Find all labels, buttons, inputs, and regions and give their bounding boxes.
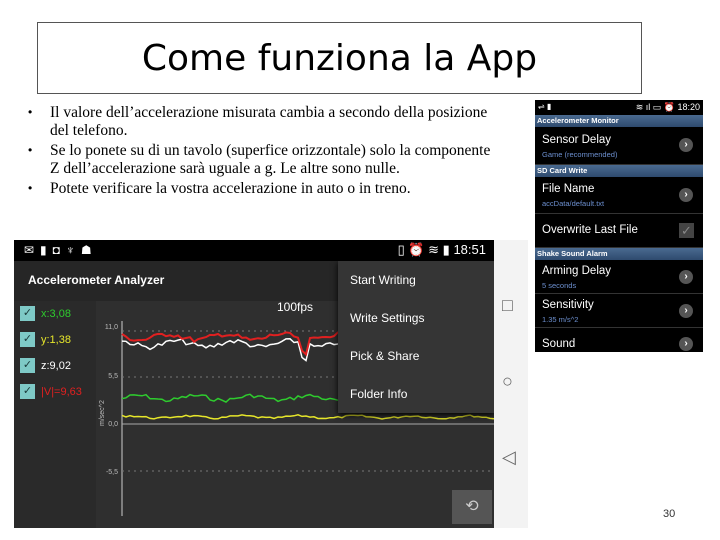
menu-write-settings[interactable]: Write Settings <box>350 311 424 325</box>
usb-icon: ⇌ ▮ <box>538 102 552 111</box>
y-tick-label: 11,0 <box>105 324 118 331</box>
accelerometer-analyzer-screenshot: ✉▮◘♆☗ ▯ ⏰ ≋ ▮ 18:51 Accelerometer Analyz… <box>14 240 528 528</box>
setting-overwrite-last-file[interactable]: Overwrite Last File ✓ <box>535 214 703 248</box>
slide-title-box: Come funziona la App <box>37 22 642 94</box>
channel-z-checkbox[interactable]: ✓ z:9,02 <box>20 358 71 373</box>
bullet-item: • Se lo ponete su di un tavolo (superfice… <box>22 142 502 177</box>
bullet-text: Se lo ponete su di un tavolo (superfice … <box>50 142 491 177</box>
page-number: 30 <box>663 508 676 520</box>
y-axis-label: m/sec^2 <box>99 400 106 426</box>
channel-panel: ✓ x:3,08 ✓ y:1,38 ✓ z:9,02 ✓ |V|=9,63 <box>14 301 96 528</box>
menu-start-writing[interactable]: Start Writing <box>350 273 416 287</box>
section-header: SD Card Write <box>535 165 703 177</box>
menu-pick-share[interactable]: Pick & Share <box>350 349 419 363</box>
bullet-icon: • <box>28 105 33 119</box>
accelerometer-monitor-screenshot: ⇌ ▮ ≋ ıl ▭ ⏰ 18:20 Accelerometer Monitor … <box>535 100 703 352</box>
bullet-text: Potete verificare la vostra accelerazion… <box>50 180 411 197</box>
channel-v-checkbox[interactable]: ✓ |V|=9,63 <box>20 384 82 399</box>
bullet-item: • Il valore dell’accelerazione misurata c… <box>22 104 502 139</box>
rotate-icon[interactable]: ⟲ <box>452 490 492 524</box>
status-bar: ⇌ ▮ ≋ ıl ▭ ⏰ 18:20 <box>535 100 703 115</box>
setting-sensitivity[interactable]: Sensitivity 1.35 m/s^2 › <box>535 294 703 328</box>
channel-y-checkbox[interactable]: ✓ y:1,38 <box>20 332 71 347</box>
setting-file-name[interactable]: File Name accData/default.txt › <box>535 177 703 214</box>
bullet-text: Il valore dell’accelerazione misurata ca… <box>50 104 488 139</box>
chevron-right-icon: › <box>679 188 693 202</box>
home-icon[interactable]: ○ <box>502 371 513 392</box>
navigation-bar: □ ○ ◁ <box>494 240 528 528</box>
app-title: Accelerometer Analyzer <box>28 273 165 287</box>
y-tick-label: 0,0 <box>108 421 118 428</box>
status-time: ▯ ⏰ ≋ ▮ 18:51 <box>397 242 486 257</box>
chevron-right-icon: › <box>679 337 693 351</box>
setting-arming-delay[interactable]: Arming Delay 5 seconds › <box>535 260 703 294</box>
bullet-item: • Potete verificare la vostra accelerazio… <box>22 180 502 198</box>
check-icon: ✓ <box>20 332 35 347</box>
check-icon: ✓ <box>20 384 35 399</box>
setting-sound[interactable]: Sound › <box>535 328 703 352</box>
chevron-right-icon: › <box>679 270 693 284</box>
bullet-list: • Il valore dell’accelerazione misurata c… <box>22 104 502 201</box>
bullet-icon: • <box>28 143 33 157</box>
chevron-right-icon: › <box>679 304 693 318</box>
status-time: ≋ ıl ▭ ⏰ 18:20 <box>635 102 700 112</box>
overflow-menu: Start Writing Write Settings Pick & Shar… <box>338 261 494 413</box>
section-header: Shake Sound Alarm <box>535 248 703 260</box>
chevron-right-icon: › <box>679 138 693 152</box>
slide-title: Come funziona la App <box>141 37 538 79</box>
back-icon[interactable]: ◁ <box>502 447 516 468</box>
bullet-icon: • <box>28 181 33 195</box>
status-bar: ✉▮◘♆☗ ▯ ⏰ ≋ ▮ 18:51 <box>14 240 494 261</box>
check-icon: ✓ <box>20 306 35 321</box>
checkbox-checked-icon[interactable]: ✓ <box>679 223 694 238</box>
channel-x-checkbox[interactable]: ✓ x:3,08 <box>20 306 71 321</box>
y-tick-label: -5,5 <box>106 469 118 476</box>
y-tick-label: 5,5 <box>108 373 118 380</box>
setting-sensor-delay[interactable]: Sensor Delay Game (recommended) › <box>535 127 703 165</box>
recents-icon[interactable]: □ <box>502 295 513 316</box>
trace-y <box>121 414 494 420</box>
check-icon: ✓ <box>20 358 35 373</box>
menu-folder-info[interactable]: Folder Info <box>350 387 407 401</box>
notification-icons: ✉▮◘♆☗ <box>24 243 98 257</box>
section-header: Accelerometer Monitor <box>535 115 703 127</box>
